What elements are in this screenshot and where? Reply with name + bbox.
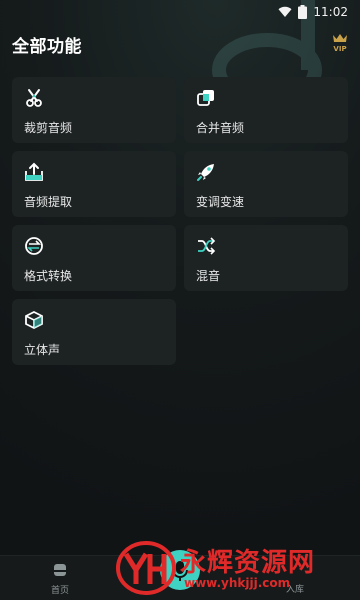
feature-card-format-convert[interactable]: 格式转换 <box>12 225 176 291</box>
feature-label: 立体声 <box>24 343 61 357</box>
watermark-yh-icon <box>116 541 176 595</box>
feature-label: 音频提取 <box>24 195 73 209</box>
watermark-brand: 永辉资源网 <box>180 548 316 578</box>
feature-card-trim-audio[interactable]: 裁剪音频 <box>12 77 176 143</box>
watermark-url: www.yhkjjj.com <box>184 576 291 590</box>
feature-card-pitch-speed[interactable]: 变调变速 <box>184 151 348 217</box>
feature-label: 混音 <box>196 269 221 283</box>
feature-card-mix[interactable]: 混音 <box>184 225 348 291</box>
status-time: 11:02 <box>313 5 348 19</box>
shuffle-mix-icon <box>198 237 216 255</box>
wifi-icon <box>278 6 292 18</box>
convert-icon <box>25 237 43 255</box>
nav-home-tab[interactable]: 首页 <box>40 562 80 596</box>
upload-extract-icon <box>25 162 43 181</box>
feature-grid: 裁剪音频 合并音频 音频提取 变调变速 格式转换 混音 立体声 <box>12 77 348 365</box>
svg-text:VIP: VIP <box>333 45 346 53</box>
status-icons: 11:02 <box>278 4 348 20</box>
feature-card-stereo[interactable]: 立体声 <box>12 299 176 365</box>
feature-card-extract-audio[interactable]: 音频提取 <box>12 151 176 217</box>
status-bar: 11:02 <box>0 0 360 24</box>
page-title: 全部功能 <box>12 37 82 57</box>
cube-icon <box>25 310 43 330</box>
vip-crown-icon[interactable]: VIP <box>332 33 348 53</box>
scissors-icon <box>26 89 42 107</box>
header: 全部功能 VIP <box>0 24 360 64</box>
feature-label: 格式转换 <box>24 269 73 283</box>
merge-icon <box>197 90 214 106</box>
watermark-logo: 永辉资源网 www.yhkjjj.com <box>112 540 352 596</box>
feature-label: 变调变速 <box>196 195 245 209</box>
home-icon <box>54 564 66 576</box>
battery-icon <box>298 5 308 19</box>
app-screen: 11:02 全部功能 VIP 裁剪音频 合并音频 音频提取 变调变速 格式转换 … <box>0 0 360 600</box>
feature-card-merge-audio[interactable]: 合并音频 <box>184 77 348 143</box>
feature-label: 裁剪音频 <box>24 121 73 135</box>
rocket-icon <box>197 164 214 181</box>
feature-label: 合并音频 <box>196 121 245 135</box>
nav-home-label: 首页 <box>50 586 69 596</box>
